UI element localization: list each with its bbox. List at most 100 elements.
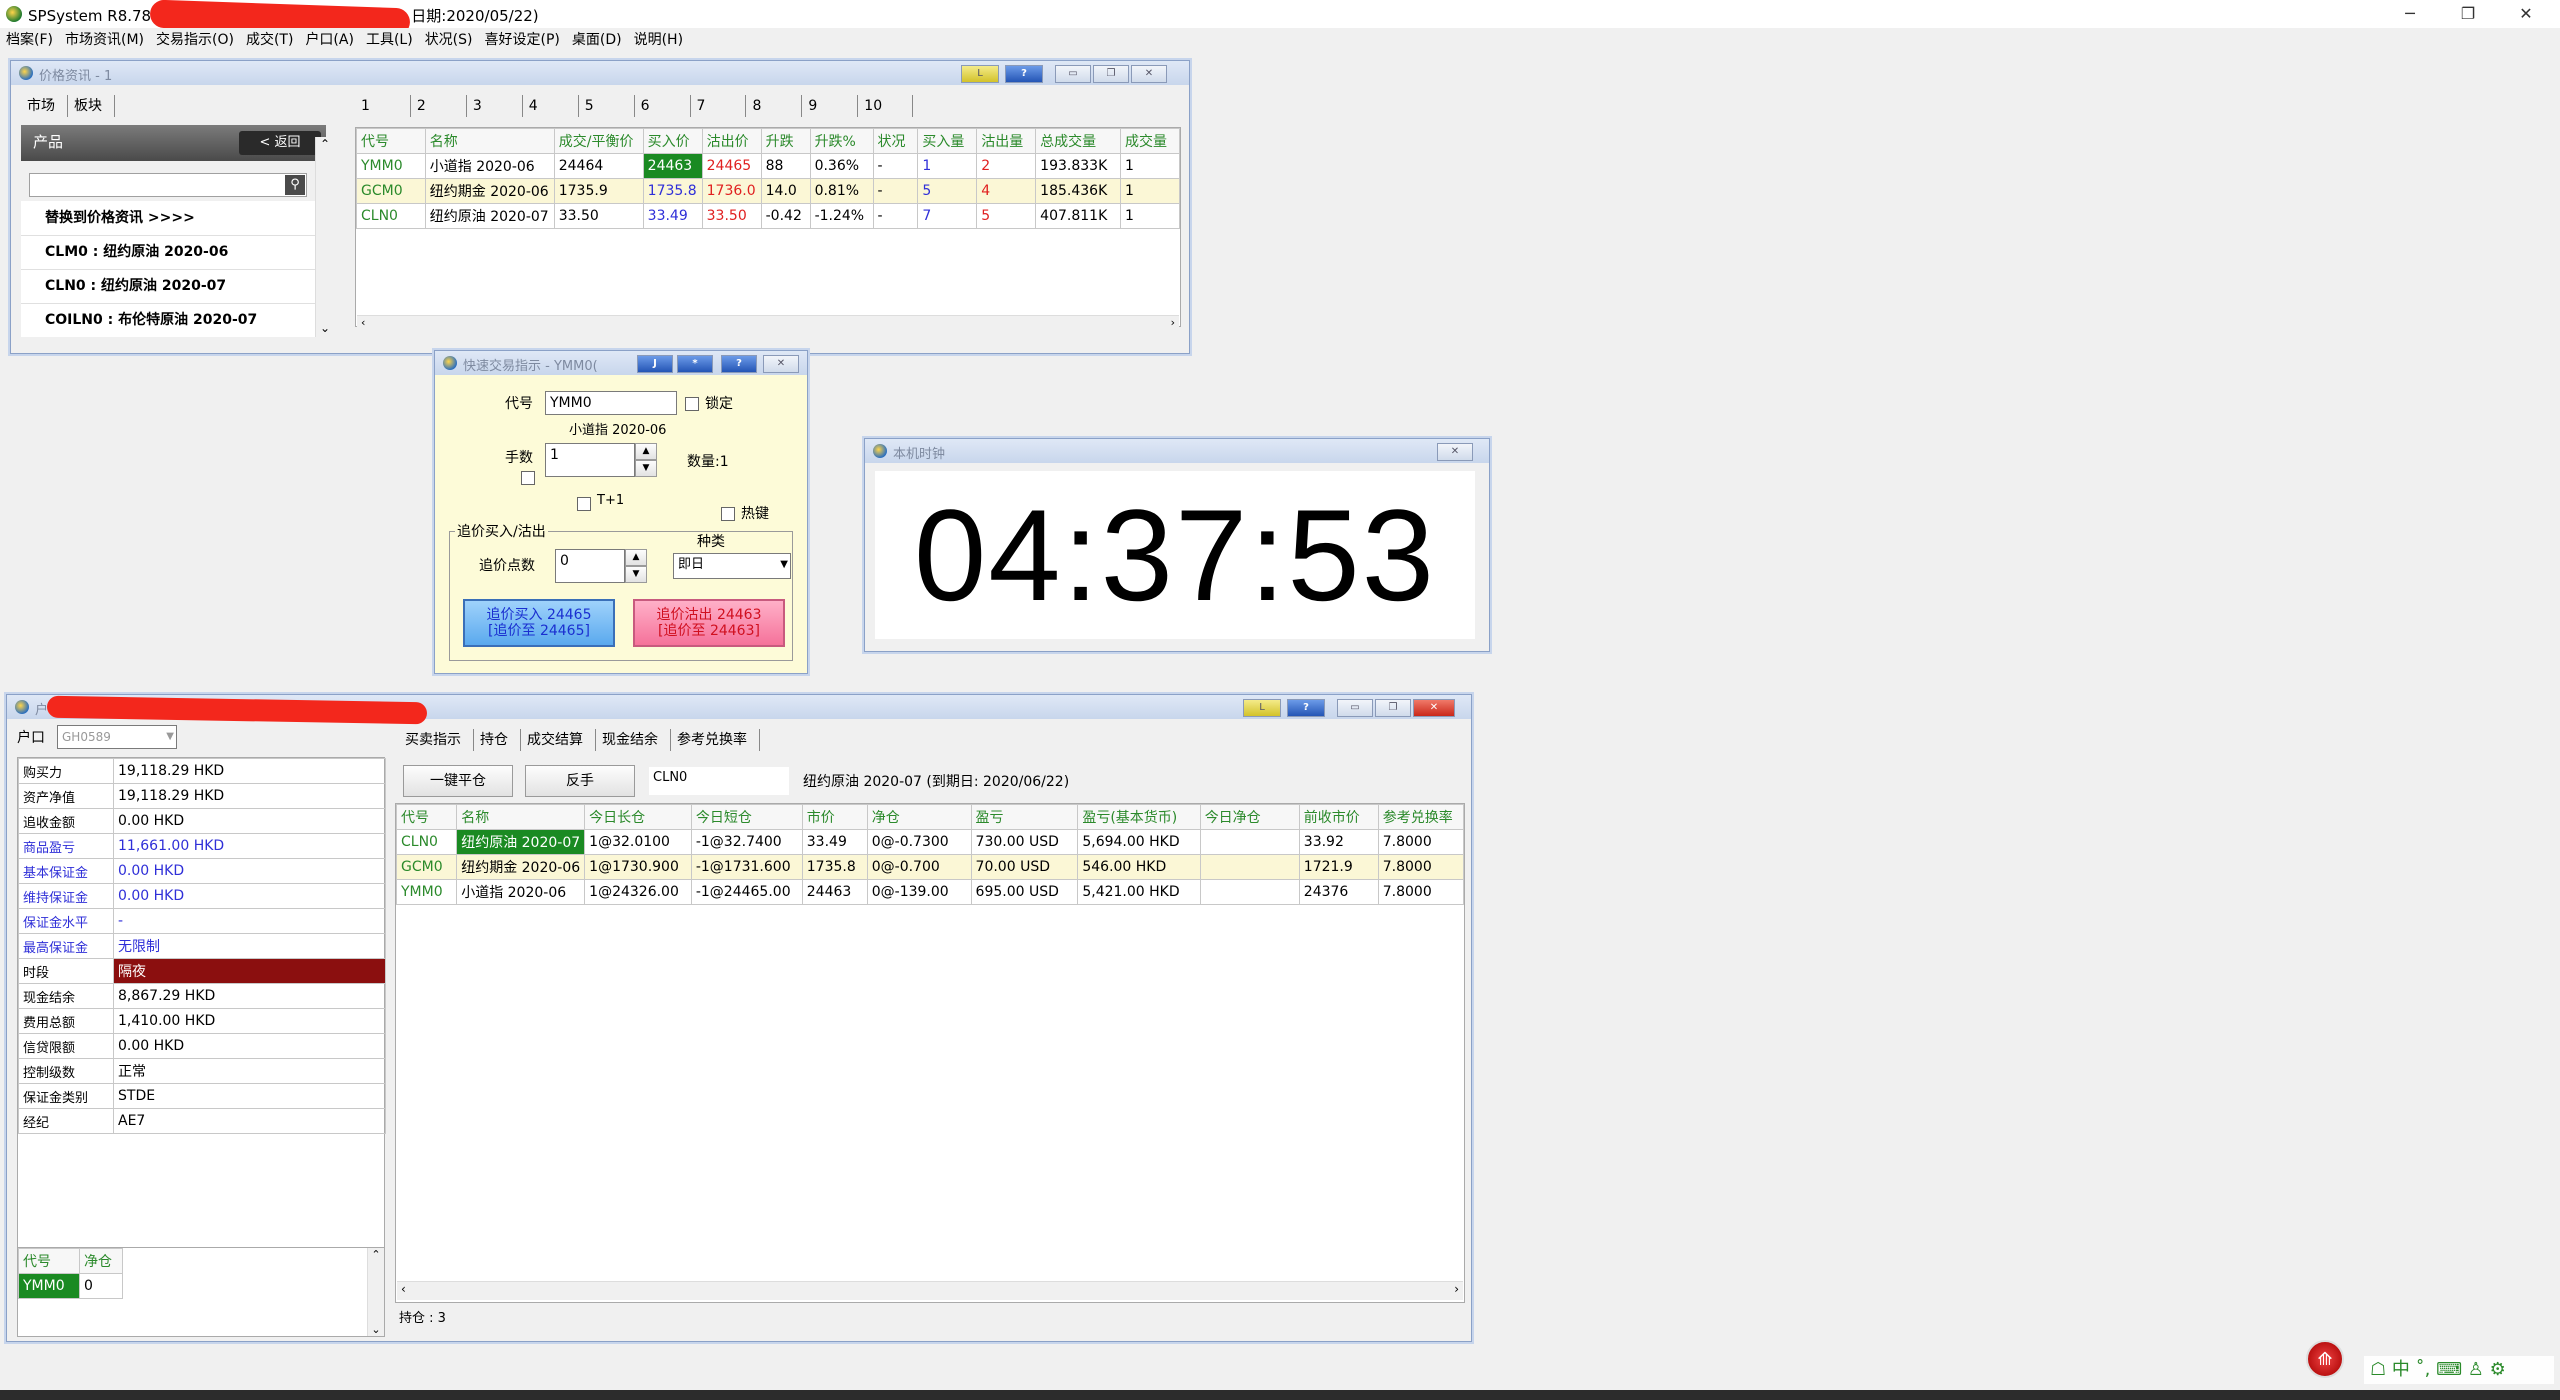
col-header[interactable]: 升跌%: [809, 128, 874, 154]
dropdown-arrow-icon[interactable]: ▼: [780, 554, 788, 576]
quote-h-scrollbar[interactable]: ‹ ›: [357, 315, 1179, 332]
cell-ask[interactable]: 1736.0: [701, 178, 762, 204]
scroll-down-icon[interactable]: ⌄: [368, 1323, 384, 1336]
lots-input[interactable]: 1: [545, 443, 635, 477]
tab-orders[interactable]: 买卖指示: [399, 729, 474, 751]
table-cell[interactable]: CLN0: [396, 829, 458, 855]
tab-page-4[interactable]: 4: [523, 95, 579, 117]
col-header[interactable]: 买入价: [642, 128, 703, 154]
dropdown-arrow-icon[interactable]: ▼: [166, 726, 174, 748]
scroll-down-icon[interactable]: ⌄: [316, 321, 334, 335]
col-header[interactable]: 今日长仓: [584, 804, 692, 830]
tray-app-icon[interactable]: ⟰: [2306, 1340, 2344, 1378]
list-item[interactable]: 替换到价格资讯 >>>>: [21, 201, 326, 236]
product-search-input[interactable]: [29, 173, 307, 197]
menu-desktop[interactable]: 桌面(D): [566, 28, 628, 52]
col-header[interactable]: 升跌: [760, 128, 811, 154]
col-header[interactable]: 名称: [456, 804, 586, 830]
menu-market[interactable]: 市场资讯(M): [59, 28, 150, 52]
user-icon[interactable]: ♙: [2468, 1359, 2484, 1380]
col-header[interactable]: 沽出价: [701, 128, 762, 154]
table-row[interactable]: CLN0 纽约原油 2020-07 1@32.0100 -1@32.7400 33.49…: [396, 829, 1464, 855]
col-header[interactable]: 代号: [356, 128, 426, 154]
tab-positions[interactable]: 持仓: [474, 729, 521, 751]
star-button[interactable]: *: [677, 355, 713, 373]
product-list-scrollbar[interactable]: ⌃ ⌄: [315, 137, 334, 337]
col-header[interactable]: 盈亏: [970, 804, 1079, 830]
window-close-icon[interactable]: ✕: [763, 355, 799, 373]
lock-button[interactable]: L: [961, 65, 999, 83]
t1-checkbox[interactable]: [577, 497, 591, 511]
tab-page-8[interactable]: 8: [746, 95, 803, 117]
col-header[interactable]: 今日短仓: [690, 804, 803, 830]
net-position-scrollbar[interactable]: ⌃ ⌄: [367, 1248, 384, 1336]
tab-page-10[interactable]: 10: [858, 95, 914, 117]
list-item[interactable]: CLM0 : 纽约原油 2020-06: [21, 236, 326, 270]
cell-code[interactable]: CLN0: [356, 203, 426, 229]
maximize-button[interactable]: ❐: [2440, 0, 2496, 28]
list-item[interactable]: COILN0 : 布伦特原油 2020-07: [21, 304, 326, 337]
hotkey-checkbox[interactable]: [721, 507, 735, 521]
col-header[interactable]: 买入量: [917, 128, 978, 154]
lots-up-icon[interactable]: ▲: [635, 443, 657, 460]
tab-trades[interactable]: 成交结算: [521, 729, 596, 751]
code-input[interactable]: YMM0: [545, 391, 677, 415]
tab-fx-rate[interactable]: 参考兑换率: [671, 729, 760, 751]
window-close-icon[interactable]: ✕: [1437, 443, 1473, 461]
col-header[interactable]: 名称: [424, 128, 555, 154]
scroll-up-icon[interactable]: ⌃: [368, 1248, 384, 1261]
menu-tools[interactable]: 工具(L): [360, 28, 419, 52]
lock-button[interactable]: L: [1243, 699, 1281, 717]
tab-market[interactable]: 市场: [21, 95, 68, 117]
menu-help[interactable]: 说明(H): [628, 28, 689, 52]
col-header[interactable]: 沽出量: [976, 128, 1037, 154]
window-restore-icon[interactable]: ❐: [1375, 699, 1411, 717]
col-header[interactable]: 前收市价: [1298, 804, 1379, 830]
menu-trade[interactable]: 成交(T): [240, 28, 299, 52]
tab-page-9[interactable]: 9: [802, 95, 859, 117]
help-button[interactable]: ?: [1005, 65, 1043, 83]
cell-bid[interactable]: 24463: [642, 153, 703, 179]
tab-page-6[interactable]: 6: [635, 95, 691, 117]
minimize-button[interactable]: ─: [2382, 0, 2438, 28]
tab-cash[interactable]: 现金结余: [596, 729, 671, 751]
account-select[interactable]: GH0589 ▼: [57, 725, 177, 749]
search-icon[interactable]: ⚲: [285, 175, 305, 195]
menu-file[interactable]: 档案(F): [0, 28, 59, 52]
cell-ask[interactable]: 33.50: [701, 203, 762, 229]
chase-points-input[interactable]: 0: [555, 549, 625, 583]
help-button[interactable]: ?: [1287, 699, 1325, 717]
col-header[interactable]: 成交量: [1120, 128, 1180, 154]
type-select[interactable]: 即日 ▼: [673, 553, 791, 579]
tab-page-1[interactable]: 1: [355, 95, 411, 117]
chase-up-icon[interactable]: ▲: [625, 549, 647, 566]
tab-page-2[interactable]: 2: [411, 95, 467, 117]
table-row[interactable]: GCM0 纽约期金 2020-06 1735.9 1735.8 1736.0 1…: [356, 178, 1180, 204]
chase-sell-button[interactable]: 追价沽出 24463 [追价至 24463]: [633, 599, 785, 647]
ime-icon[interactable]: ☖: [2370, 1359, 2386, 1380]
ime-toolbar[interactable]: ☖ 中 ˚, ⌨ ♙ ⚙: [2364, 1356, 2554, 1384]
col-header[interactable]: 成交/平衡价: [553, 128, 644, 154]
window-close-icon[interactable]: ✕: [1413, 699, 1455, 717]
menu-account[interactable]: 户口(A): [299, 28, 360, 52]
window-close-icon[interactable]: ✕: [1131, 65, 1167, 83]
table-row[interactable]: YMM0 小道指 2020-06 24464 24463 24465 88 0.…: [356, 153, 1180, 179]
table-cell[interactable]: GCM0: [396, 854, 458, 880]
table-row[interactable]: GCM0 纽约期金 2020-06 1@1730.900 -1@1731.600 173…: [396, 854, 1464, 880]
cell-code[interactable]: GCM0: [356, 178, 426, 204]
cell-bid[interactable]: 1735.8: [642, 178, 703, 204]
col-header[interactable]: 今日净仓: [1199, 804, 1300, 830]
ime-mode[interactable]: 中: [2392, 1359, 2410, 1380]
positions-h-scrollbar[interactable]: ‹ ›: [397, 1281, 1463, 1300]
help-button[interactable]: ?: [721, 355, 757, 373]
menu-preferences[interactable]: 喜好设定(P): [479, 28, 566, 52]
table-row[interactable]: YMM0 小道指 2020-06 1@24326.00 -1@24465.00 2446…: [396, 879, 1464, 905]
tab-sector[interactable]: 板块: [68, 95, 115, 117]
col-header[interactable]: 净仓: [866, 804, 972, 830]
table-row[interactable]: YMM0 0: [18, 1273, 123, 1299]
selected-code-field[interactable]: CLN0: [649, 767, 789, 795]
scroll-up-icon[interactable]: ⌃: [316, 137, 334, 151]
cell-code[interactable]: YMM0: [18, 1273, 80, 1299]
window-minimize-icon[interactable]: ▭: [1337, 699, 1373, 717]
scroll-right-icon[interactable]: ›: [1171, 316, 1175, 329]
